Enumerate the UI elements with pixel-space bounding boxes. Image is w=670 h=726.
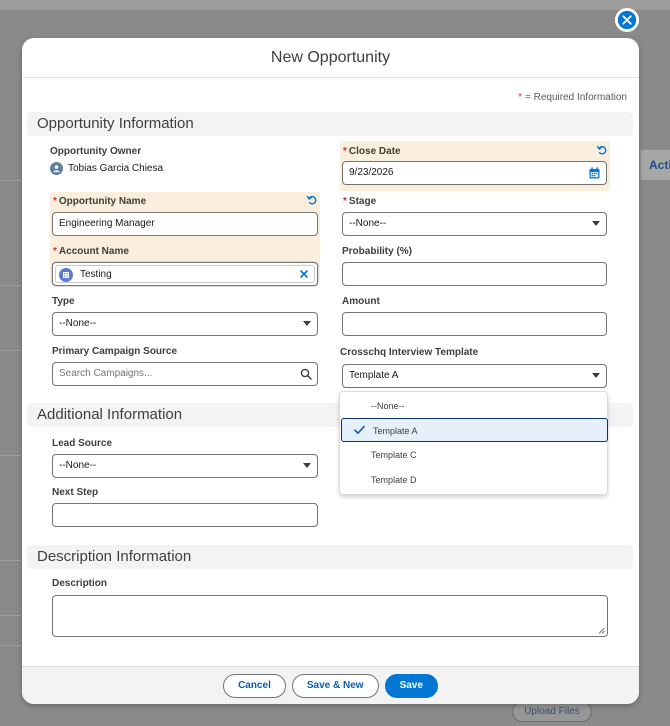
modal-body: * = Required Information Opportunity Info… [22, 78, 639, 666]
chevron-down-icon [303, 321, 311, 326]
modal-footer: Cancel Save & New Save [22, 666, 639, 704]
bg-activity-tab-label: Acti [649, 158, 670, 172]
chevron-down-icon [303, 463, 311, 468]
bg-divider [0, 180, 22, 181]
account-name-label-text: Account Name [58, 246, 129, 257]
close-date-label-text: Close Date [348, 146, 401, 157]
opportunity-name-input[interactable]: Engineering Manager [52, 212, 318, 236]
type-select[interactable]: --None-- [52, 312, 318, 336]
stage-label-text: Stage [348, 196, 377, 207]
dropdown-option-none[interactable]: --None-- [340, 394, 609, 418]
dropdown-option-template-c[interactable]: Template C [340, 443, 609, 467]
avatar [50, 162, 63, 175]
bg-upload-files-button: Upload Files [512, 702, 592, 722]
modal-header: New Opportunity [22, 38, 639, 78]
account-name-pill[interactable]: Testing [55, 265, 315, 283]
clear-icon[interactable] [298, 268, 310, 280]
campaign-search-input[interactable]: Search Campaigns... [52, 362, 318, 386]
section-opportunity-information[interactable]: Opportunity Information [27, 112, 633, 136]
required-star: * [53, 246, 57, 257]
stage-label: * Stage [343, 196, 376, 207]
amount-input[interactable] [342, 312, 607, 336]
lead-source-label: Lead Source [52, 438, 113, 449]
close-date-label: * Close Date [343, 146, 401, 157]
next-step-input[interactable] [52, 503, 318, 527]
building-icon [63, 272, 69, 278]
primary-campaign-source-label: Primary Campaign Source [52, 346, 178, 357]
bg-divider [0, 350, 22, 351]
required-star: * [53, 196, 57, 207]
stage-select[interactable]: --None-- [342, 212, 607, 236]
lead-source-value: --None-- [59, 460, 97, 471]
probability-input[interactable] [342, 262, 607, 286]
search-icon [300, 368, 312, 380]
stage-value: --None-- [349, 218, 387, 229]
opportunity-owner-value[interactable]: Tobias Garcia Chiesa [50, 162, 163, 175]
description-textarea[interactable] [52, 595, 608, 637]
account-name-label: * Account Name [53, 246, 129, 257]
crosschq-template-select[interactable]: Template A [342, 364, 607, 388]
save-button[interactable]: Save [384, 673, 438, 698]
description-label: Description [52, 578, 108, 589]
required-star: * [518, 92, 522, 103]
probability-label: Probability (%) [342, 246, 413, 257]
bg-divider [0, 560, 22, 561]
undo-icon[interactable] [596, 144, 608, 156]
dropdown-option-template-a[interactable]: Template A [341, 418, 608, 442]
opportunity-owner-label: Opportunity Owner [50, 146, 142, 157]
bg-divider [0, 455, 22, 456]
bg-activity-tab: Acti [640, 150, 670, 180]
required-info-text: = Required Information [524, 92, 627, 103]
required-information-note: * = Required Information [518, 92, 627, 103]
resize-grip-icon[interactable] [598, 627, 605, 634]
save-and-new-button[interactable]: Save & New [291, 673, 379, 698]
type-label: Type [52, 296, 75, 307]
dropdown-option-template-d[interactable]: Template D [340, 468, 609, 492]
opportunity-name-label-text: Opportunity Name [58, 196, 147, 207]
close-modal-button[interactable] [615, 8, 639, 32]
bg-divider [0, 615, 22, 616]
account-name-value: Testing [80, 269, 112, 280]
close-icon [617, 10, 637, 30]
type-value: --None-- [59, 318, 97, 329]
bg-header-strip [0, 0, 670, 10]
modal-title: New Opportunity [270, 48, 391, 66]
campaign-search-placeholder: Search Campaigns... [59, 368, 153, 379]
required-star: * [343, 146, 347, 157]
check-icon [354, 425, 365, 434]
account-icon [59, 268, 73, 282]
next-step-label: Next Step [52, 487, 99, 498]
required-star: * [343, 196, 347, 207]
account-name-lookup[interactable]: Testing [52, 262, 318, 286]
chevron-down-icon [592, 221, 600, 226]
crosschq-template-label: Crosschq Interview Template [340, 347, 479, 358]
undo-icon[interactable] [306, 194, 318, 206]
crosschq-template-value: Template A [349, 370, 399, 381]
user-icon [53, 165, 60, 173]
opportunity-name-label: * Opportunity Name [53, 196, 146, 207]
bg-divider [0, 645, 22, 646]
section-description-information[interactable]: Description Information [27, 545, 633, 569]
lead-source-select[interactable]: --None-- [52, 454, 318, 478]
calendar-icon[interactable] [589, 167, 600, 179]
bg-divider [0, 285, 22, 286]
cancel-button[interactable]: Cancel [223, 673, 286, 698]
close-date-value: 9/23/2026 [349, 167, 394, 178]
close-date-input[interactable]: 9/23/2026 [342, 161, 607, 185]
chevron-down-icon [592, 373, 600, 378]
new-opportunity-modal: New Opportunity * = Required Information … [22, 38, 639, 704]
crosschq-template-dropdown: --None-- Template A Template C Template … [339, 391, 608, 495]
dropdown-option-label: Template A [373, 426, 418, 436]
amount-label: Amount [342, 296, 380, 307]
owner-name: Tobias Garcia Chiesa [68, 163, 164, 174]
